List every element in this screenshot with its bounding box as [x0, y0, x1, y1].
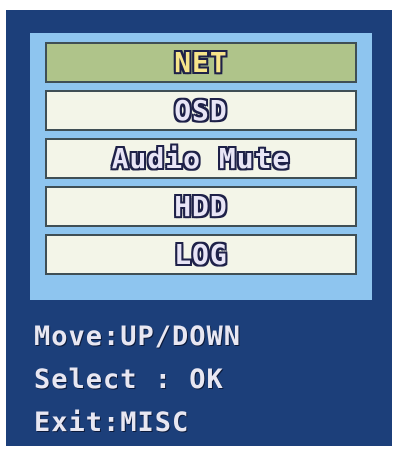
menu-item-label: OSD — [174, 94, 228, 127]
help-exit: Exit:MISC — [34, 407, 190, 438]
menu-item-label: NET — [174, 46, 228, 79]
help-text: Move:UP/DOWN Select : OK Exit:MISC — [34, 315, 241, 444]
help-move: Move:UP/DOWN — [34, 321, 242, 352]
menu-item-osd[interactable]: OSD — [45, 90, 357, 131]
osd-screen: NET OSD Audio Mute HDD LOG Move:UP/DOWN … — [6, 10, 392, 446]
menu-item-log[interactable]: LOG — [45, 234, 357, 275]
menu-item-hdd[interactable]: HDD — [45, 186, 357, 227]
menu-item-label: HDD — [174, 190, 228, 223]
menu-frame: NET OSD Audio Mute HDD LOG — [30, 33, 372, 300]
menu-item-audio-mute[interactable]: Audio Mute — [45, 138, 357, 179]
menu-list: NET OSD Audio Mute HDD LOG — [45, 42, 357, 282]
menu-item-label: Audio Mute — [111, 142, 291, 175]
menu-item-label: LOG — [174, 238, 228, 271]
menu-item-net[interactable]: NET — [45, 42, 357, 83]
help-select: Select : OK — [34, 364, 224, 395]
